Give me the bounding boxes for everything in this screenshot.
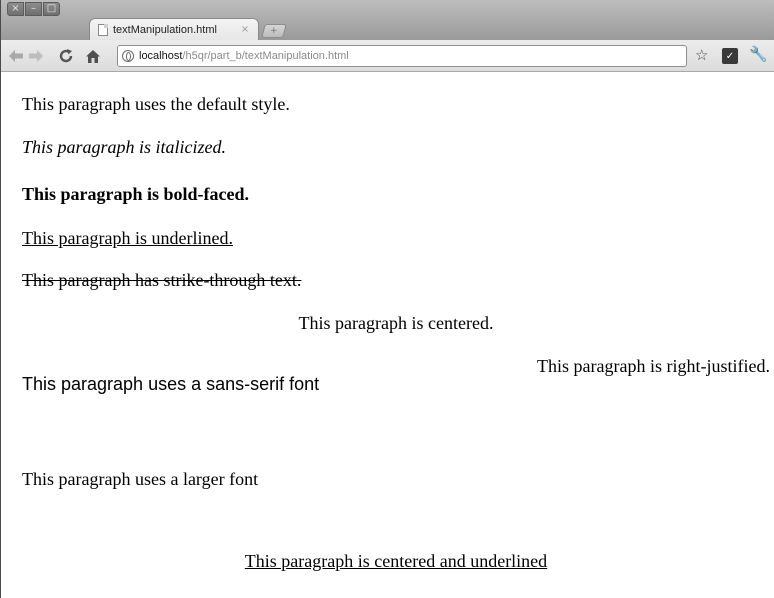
tab-close-button[interactable]: × [238, 24, 252, 35]
back-arrow-icon [9, 50, 23, 62]
bookmark-star-icon[interactable]: ☆ [695, 46, 708, 64]
paragraph-centered-underlined: This paragraph is centered and underline… [244, 551, 548, 571]
reload-button[interactable] [57, 47, 75, 65]
new-tab-button[interactable]: + [261, 24, 287, 38]
window-maximize-button[interactable]: □ [43, 2, 60, 16]
globe-icon [122, 50, 134, 62]
toolbar: localhost/h5qr/part_b/textManipulation.h… [1, 40, 774, 72]
paragraph-underlined: This paragraph is underlined. [22, 228, 233, 248]
page-content: This paragraph uses the default style. T… [1, 73, 774, 598]
address-bar[interactable]: localhost/h5qr/part_b/textManipulation.h… [117, 45, 687, 67]
paragraph-bold: This paragraph is bold-faced. [22, 184, 250, 204]
plus-icon: + [270, 26, 278, 36]
forward-arrow-icon [29, 50, 43, 62]
wrench-icon[interactable]: 🔧 [749, 45, 768, 63]
tab-active[interactable]: textManipulation.html × [89, 18, 259, 40]
extension-icon[interactable]: ✓ [722, 48, 738, 64]
browser-window: × – □ textManipulation.html × + localhos… [0, 0, 774, 598]
home-icon [86, 49, 100, 63]
paragraph-large-font: This paragraph uses a larger font [22, 469, 259, 489]
page-icon [98, 23, 108, 36]
forward-button[interactable] [27, 47, 45, 65]
window-close-button[interactable]: × [7, 2, 24, 16]
window-minimize-button[interactable]: – [25, 2, 42, 16]
paragraph-centered: This paragraph is centered. [298, 313, 494, 333]
reload-icon [59, 49, 73, 63]
paragraph-default: This paragraph uses the default style. [22, 94, 290, 114]
url-host: localhost [139, 50, 183, 62]
url-path: /h5qr/part_b/textManipulation.html [182, 50, 349, 62]
paragraph-italic: This paragraph is italicized. [22, 137, 227, 157]
back-button[interactable] [7, 47, 25, 65]
paragraph-strikethrough: This paragraph has strike-through text. [22, 270, 302, 290]
paragraph-sans-serif: This paragraph uses a sans-serif font [22, 374, 320, 394]
window-controls: × – □ [7, 2, 60, 16]
tab-strip: × – □ textManipulation.html × + [1, 0, 774, 40]
home-button[interactable] [84, 47, 102, 65]
tab-title: textManipulation.html [113, 23, 217, 36]
